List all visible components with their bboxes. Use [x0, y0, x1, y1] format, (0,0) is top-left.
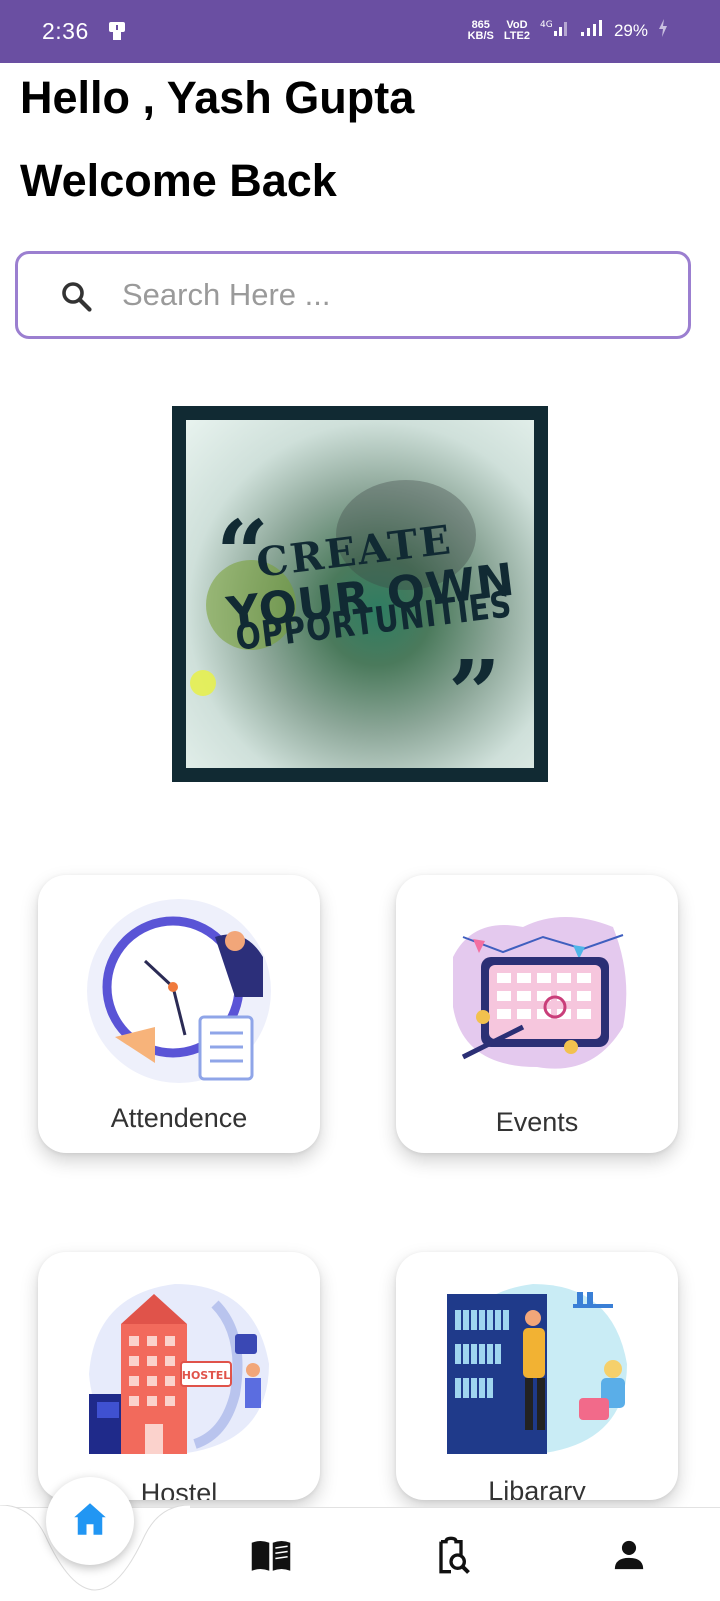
profile-icon	[612, 1538, 646, 1577]
clipboard-search-icon	[431, 1535, 471, 1580]
network-speed-unit: KB/S	[467, 29, 494, 42]
clock-checklist-illustration	[87, 899, 271, 1083]
motivation-banner: “ CREATE YOUR OWN OPPORTUNITIES ”	[172, 406, 548, 782]
banner-art: “ CREATE YOUR OWN OPPORTUNITIES ”	[186, 420, 534, 768]
library-bookshelf-illustration	[447, 1284, 627, 1454]
status-time: 2:36	[42, 18, 89, 44]
home-nav-button[interactable]	[46, 1477, 134, 1565]
attendance-label: Attendence	[110, 1103, 248, 1133]
search-records-nav-button[interactable]	[426, 1532, 476, 1582]
battery-percent: 29%	[613, 20, 648, 40]
network-speed: 865 KB/S	[467, 18, 494, 42]
close-quote: ”	[448, 640, 501, 748]
network-speed-value: 865	[471, 18, 490, 31]
search-input[interactable]: Search Here ...	[122, 277, 330, 313]
ink-splash	[190, 670, 216, 696]
attendance-card[interactable]: Attendence	[38, 875, 320, 1153]
home-icon	[69, 1498, 111, 1545]
sim-card-icon	[106, 20, 128, 47]
events-label: Events	[495, 1107, 579, 1137]
svg-text:HOSTEL: HOSTEL	[182, 1369, 231, 1382]
greeting-title: Hello , Yash Gupta	[20, 72, 415, 123]
courses-nav-button[interactable]	[246, 1532, 296, 1582]
signal-4g-icon: 4G	[540, 18, 570, 43]
events-card[interactable]: Events	[396, 875, 678, 1153]
volte-top: VoD	[506, 18, 528, 31]
profile-nav-button[interactable]	[604, 1532, 654, 1582]
volte-bottom: LTE2	[503, 29, 530, 42]
calendar-event-illustration	[453, 917, 627, 1069]
book-icon	[250, 1537, 292, 1578]
search-icon	[58, 278, 94, 319]
hostel-building-illustration: HOSTEL	[89, 1284, 269, 1454]
svg-text:4G: 4G	[540, 20, 553, 30]
status-bar: 2:36 865 KB/S VoD LTE2 4G 29%	[0, 0, 720, 63]
search-bar[interactable]: Search Here ...	[15, 251, 691, 339]
library-card[interactable]: Libarary	[396, 1252, 678, 1500]
charging-icon	[658, 18, 668, 43]
welcome-title: Welcome Back	[20, 155, 337, 206]
signal-strength-icon	[580, 18, 604, 43]
library-label: Libarary	[488, 1476, 586, 1500]
status-indicators: 865 KB/S VoD LTE2 4G 29%	[468, 18, 668, 43]
hostel-card[interactable]: HOSTEL Hostel	[38, 1252, 320, 1500]
volte-indicator: VoD LTE2	[503, 18, 530, 42]
